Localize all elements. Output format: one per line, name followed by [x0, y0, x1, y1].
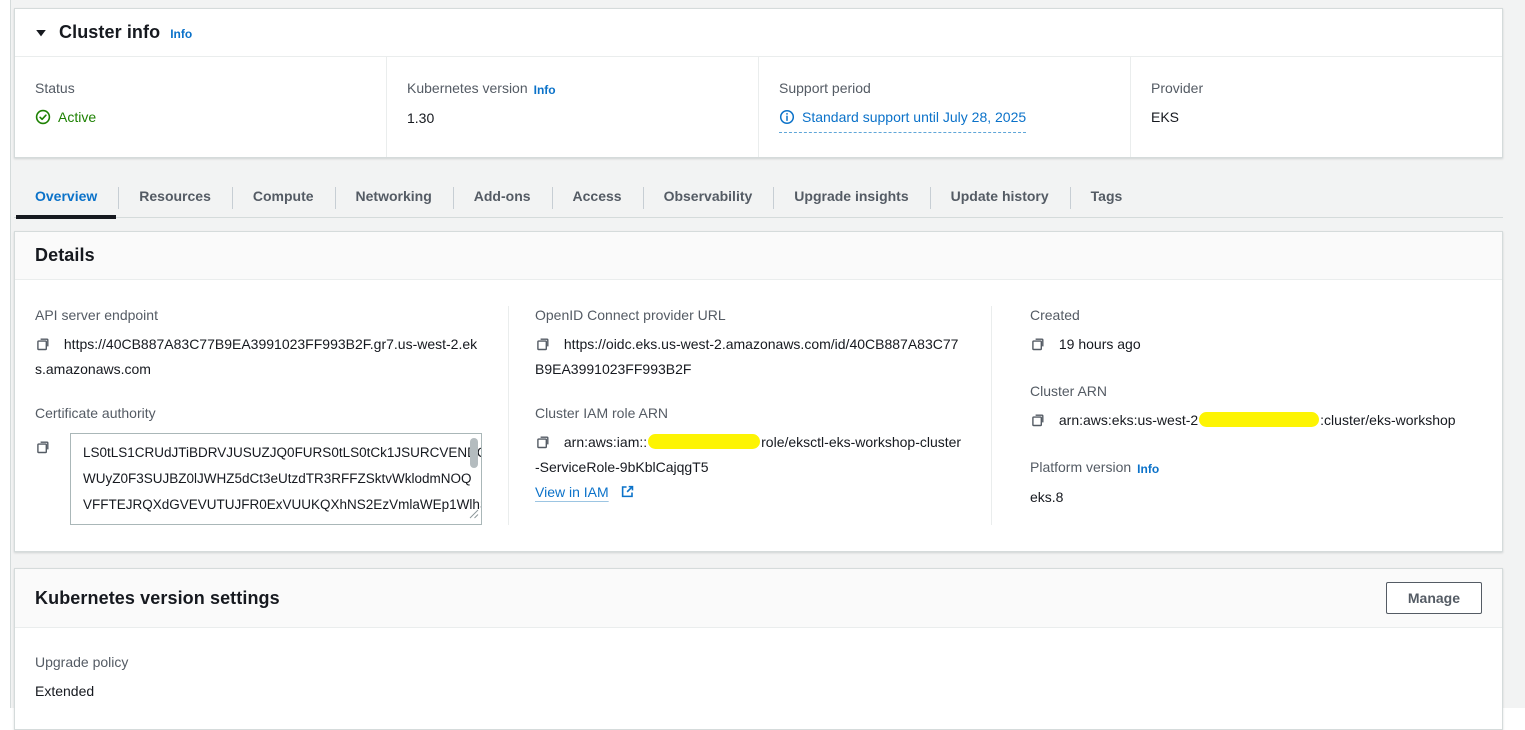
copy-icon[interactable] — [535, 339, 555, 355]
kubernetes-version-value: 1.30 — [407, 107, 738, 129]
kubernetes-version-settings-card: Kubernetes version settings Manage Upgra… — [14, 568, 1503, 730]
tab-tags[interactable]: Tags — [1070, 178, 1144, 217]
tab-add-ons[interactable]: Add-ons — [453, 178, 552, 217]
copy-icon[interactable] — [35, 339, 55, 355]
kubernetes-version-settings-body: Upgrade policy Extended — [15, 628, 1502, 729]
upgrade-policy-label: Upgrade policy — [35, 653, 1482, 671]
details-column-3: Created 19 hours ago Cluster ARN arn:aws… — [991, 306, 1502, 525]
provider-label: Provider — [1151, 79, 1482, 97]
details-title: Details — [35, 245, 95, 266]
tab-upgrade-insights[interactable]: Upgrade insights — [773, 178, 929, 217]
certificate-line: VFFTEJRQXdGVEVUTUJFR0ExVUUKQXhNS2EzVmlaW… — [83, 492, 461, 518]
details-card: Details API server endpoint https://40CB… — [14, 231, 1503, 552]
created-value: 19 hours ago — [1059, 336, 1141, 352]
check-circle-icon — [35, 109, 51, 125]
kubernetes-version-settings-title: Kubernetes version settings — [35, 588, 280, 609]
info-circle-icon — [779, 109, 795, 125]
api-server-endpoint-field: API server endpoint https://40CB887A83C7… — [35, 306, 482, 380]
support-period-label: Support period — [779, 79, 1110, 97]
external-link-icon[interactable] — [616, 486, 635, 502]
certificate-line: LS0tLS1CRUdJTiBDRVJUSUZJQ0FURS0tLS0tCk1J… — [83, 440, 461, 466]
certificate-authority-field: Certificate authority LS0tLS1CRUdJTiBDRV… — [35, 404, 482, 525]
certificate-line: WUyZ0F3SUJBZ0lJWHZ5dCt3eUtzdTR3RFFZSktvW… — [83, 466, 461, 492]
tab-resources[interactable]: Resources — [118, 178, 232, 217]
support-period-link[interactable]: Standard support until July 28, 2025 — [779, 106, 1026, 133]
upgrade-policy-field: Upgrade policy Extended — [35, 653, 1482, 702]
openid-provider-url-field: OpenID Connect provider URL https://oidc… — [535, 306, 965, 380]
tab-overview[interactable]: Overview — [14, 178, 118, 217]
status-value: Active — [58, 106, 96, 128]
status-field: Status Active — [15, 57, 386, 157]
redacted-account-id — [648, 434, 760, 449]
cluster-info-card: Cluster info Info Status Active — [14, 8, 1503, 158]
kubernetes-version-label: Kubernetes versionInfo — [407, 79, 738, 98]
kubernetes-version-field: Kubernetes versionInfo 1.30 — [386, 57, 758, 157]
details-column-1: API server endpoint https://40CB887A83C7… — [15, 306, 508, 525]
api-server-endpoint-value: https://40CB887A83C77B9EA3991023FF993B2F… — [35, 336, 477, 377]
manage-button[interactable]: Manage — [1386, 582, 1482, 614]
redacted-account-id — [1199, 412, 1319, 427]
kubernetes-version-info-link[interactable]: Info — [534, 83, 556, 97]
collapse-caret-icon[interactable] — [35, 27, 47, 39]
cluster-info-info-link[interactable]: Info — [170, 27, 192, 41]
cluster-iam-role-arn-label: Cluster IAM role ARN — [535, 404, 965, 422]
openid-provider-url-value: https://oidc.eks.us-west-2.amazonaws.com… — [535, 336, 958, 377]
tab-access[interactable]: Access — [552, 178, 643, 217]
openid-provider-url-label: OpenID Connect provider URL — [535, 306, 965, 324]
view-in-iam-link[interactable]: View in IAM — [535, 484, 609, 500]
cluster-info-header: Cluster info Info — [15, 9, 1502, 57]
platform-version-label: Platform versionInfo — [1030, 458, 1476, 477]
platform-version-value: eks.8 — [1030, 486, 1476, 508]
created-field: Created 19 hours ago — [1030, 306, 1476, 358]
status-label: Status — [35, 79, 366, 97]
upgrade-policy-value: Extended — [35, 680, 1482, 702]
status-badge: Active — [35, 106, 96, 128]
provider-field: Provider EKS — [1130, 57, 1502, 157]
support-period-field: Support period Standard support until Ju… — [758, 57, 1130, 157]
cluster-info-body: Status Active Kubernetes — [15, 57, 1502, 157]
platform-version-info-link[interactable]: Info — [1137, 462, 1159, 476]
copy-icon[interactable] — [1030, 339, 1050, 355]
provider-value: EKS — [1151, 106, 1482, 128]
certificate-authority-label: Certificate authority — [35, 404, 482, 422]
created-label: Created — [1030, 306, 1476, 324]
copy-icon[interactable] — [1030, 415, 1050, 431]
tab-networking[interactable]: Networking — [335, 178, 453, 217]
tab-compute[interactable]: Compute — [232, 178, 335, 217]
platform-version-field: Platform versionInfo eks.8 — [1030, 458, 1476, 508]
cluster-info-title: Cluster info — [59, 22, 160, 43]
main-content: Cluster info Info Status Active — [10, 0, 1525, 708]
cluster-arn-field: Cluster ARN arn:aws:eks:us-west-2 :cluste… — [1030, 382, 1476, 434]
support-period-value: Standard support until July 28, 2025 — [802, 106, 1026, 128]
kubernetes-version-settings-header: Kubernetes version settings Manage — [15, 569, 1502, 628]
certificate-authority-textarea[interactable]: LS0tLS1CRUdJTiBDRVJUSUZJQ0FURS0tLS0tCk1J… — [70, 433, 482, 525]
copy-icon[interactable] — [535, 437, 555, 453]
cluster-iam-role-arn-field: Cluster IAM role ARN arn:aws:iam::role/e… — [535, 404, 965, 502]
tab-update-history[interactable]: Update history — [930, 178, 1070, 217]
api-server-endpoint-label: API server endpoint — [35, 306, 482, 324]
cluster-iam-role-arn-prefix: arn:aws:iam:: — [564, 434, 647, 450]
details-header: Details — [15, 232, 1502, 280]
details-column-2: OpenID Connect provider URL https://oidc… — [508, 306, 991, 525]
cluster-tabs: Overview Resources Compute Networking Ad… — [14, 178, 1503, 218]
cluster-arn-label: Cluster ARN — [1030, 382, 1476, 400]
cluster-arn-prefix: arn:aws:eks:us-west-2 — [1059, 412, 1198, 428]
copy-icon[interactable] — [35, 439, 51, 458]
details-body: API server endpoint https://40CB887A83C7… — [15, 280, 1502, 551]
tab-observability[interactable]: Observability — [643, 178, 774, 217]
cluster-arn-suffix: :cluster/eks-workshop — [1320, 412, 1455, 428]
scrollbar-thumb[interactable] — [470, 438, 478, 468]
resize-handle-icon[interactable] — [469, 506, 479, 522]
